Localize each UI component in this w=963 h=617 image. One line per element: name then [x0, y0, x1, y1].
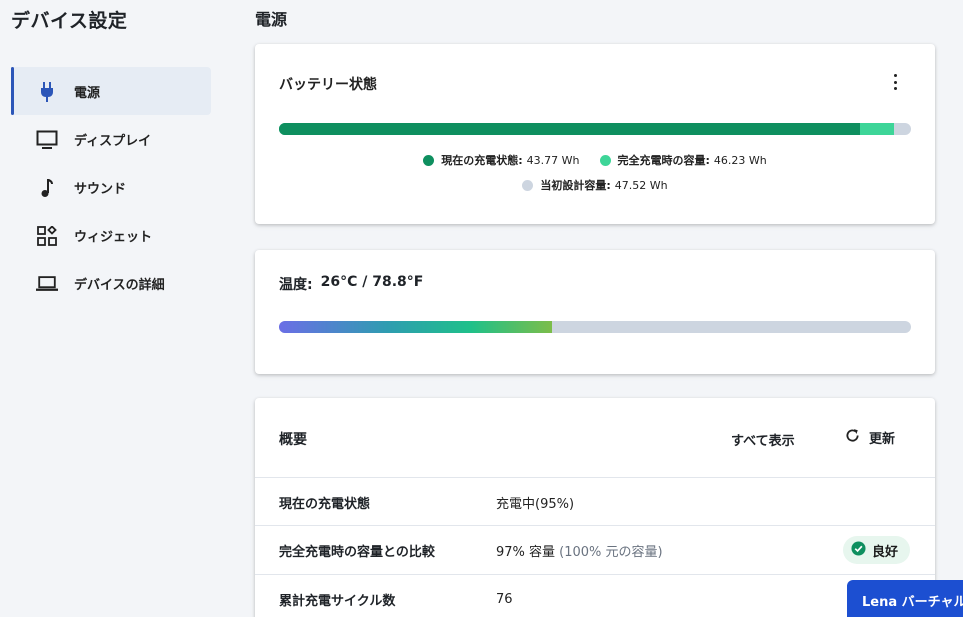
legend-full-charge-capacity: 完全充電時の容量: 46.23 Wh	[599, 152, 767, 168]
summary-header: 概要 すべて表示 更新	[255, 398, 935, 478]
virtual-assistant-button[interactable]: Lena バーチャル	[847, 580, 963, 617]
status-badge-label: 良好	[872, 544, 899, 560]
page-title: 電源	[255, 10, 288, 29]
row-label: 現在の充電状態	[279, 496, 371, 512]
legend-value: 46.23 Wh	[713, 154, 767, 167]
sidebar-item-sound[interactable]: サウンド	[11, 163, 211, 211]
summary-title: 概要	[279, 432, 307, 448]
row-label: 累計充電サイクル数	[279, 593, 396, 609]
legend-label: 現在の充電状態:	[441, 154, 523, 167]
legend-label: 当初設計容量:	[540, 179, 611, 192]
table-row: 累計充電サイクル数 76	[255, 574, 935, 617]
battery-legend-row-2: 当初設計容量: 47.52 Wh	[255, 177, 935, 193]
laptop-icon	[36, 273, 58, 295]
temperature-label: 温度:	[279, 277, 313, 293]
temperature-fill	[279, 321, 553, 333]
sidebar-item-widgets[interactable]: ウィジェット	[11, 211, 211, 259]
more-options-icon[interactable]	[889, 74, 901, 90]
row-value: 97% 容量 (100% 元の容量)	[496, 541, 663, 560]
row-value: 76	[496, 591, 513, 607]
widgets-icon	[36, 225, 58, 247]
check-circle-icon	[851, 540, 866, 560]
sidebar-item-label: サウンド	[74, 181, 127, 197]
battery-capacity-bar	[279, 123, 911, 135]
row-value-primary: 97% 容量	[496, 544, 556, 560]
table-row: 完全充電時の容量との比較 97% 容量 (100% 元の容量) 良好	[255, 525, 935, 574]
sidebar-item-device-details[interactable]: デバイスの詳細	[11, 259, 211, 307]
legend-current-charge: 現在の充電状態: 43.77 Wh	[423, 152, 580, 168]
battery-legend-row-1: 現在の充電状態: 43.77 Wh 完全充電時の容量: 46.23 Wh	[255, 152, 935, 168]
device-settings-app: デバイス設定 電源 ディスプレイ サウンド ウィジェット デバイスの詳細 電源 …	[0, 0, 963, 617]
temperature-bar	[279, 321, 911, 333]
legend-design-capacity: 当初設計容量: 47.52 Wh	[522, 177, 668, 193]
row-value-secondary: (100% 元の容量)	[559, 544, 663, 560]
row-value: 充電中(95%)	[496, 496, 575, 512]
sidebar-item-display[interactable]: ディスプレイ	[11, 115, 211, 163]
legend-label: 完全充電時の容量:	[617, 154, 710, 167]
current-charge-fill	[279, 123, 861, 135]
power-plug-icon	[36, 81, 58, 103]
refresh-button[interactable]: 更新	[845, 428, 895, 447]
sidebar: デバイス設定 電源 ディスプレイ サウンド ウィジェット デバイスの詳細	[0, 0, 240, 617]
refresh-icon	[845, 428, 860, 447]
sidebar-item-label: ウィジェット	[74, 229, 153, 245]
sidebar-item-label: デバイスの詳細	[74, 277, 165, 293]
battery-status-card: バッテリー状態 現在の充電状態: 43.77 Wh 完全充電時の容量: 46.23 …	[255, 44, 935, 224]
sidebar-nav: 電源 ディスプレイ サウンド ウィジェット デバイスの詳細	[11, 67, 211, 307]
music-note-icon	[36, 177, 58, 199]
table-row: 現在の充電状態 充電中(95%)	[255, 477, 935, 526]
app-title: デバイス設定	[11, 10, 128, 32]
temperature-title: 温度: 26°C / 78.8°F	[279, 274, 423, 294]
legend-dot-icon	[599, 154, 611, 166]
temperature-value: 26°C / 78.8°F	[320, 274, 424, 290]
refresh-label: 更新	[869, 432, 896, 447]
monitor-icon	[36, 129, 58, 151]
show-all-link[interactable]: すべて表示	[731, 430, 795, 449]
legend-value: 43.77 Wh	[526, 154, 580, 167]
sidebar-item-label: 電源	[74, 85, 101, 101]
legend-dot-icon	[522, 179, 534, 191]
status-badge: 良好	[843, 536, 911, 564]
row-label: 完全充電時の容量との比較	[279, 544, 435, 560]
temperature-card: 温度: 26°C / 78.8°F	[255, 250, 935, 374]
sidebar-item-power[interactable]: 電源	[11, 67, 211, 115]
legend-dot-icon	[423, 154, 435, 166]
sidebar-item-label: ディスプレイ	[74, 133, 152, 149]
summary-card: 概要 すべて表示 更新 現在の充電状態 充電中(95%) 完全充電時の容量との比…	[255, 398, 935, 617]
legend-value: 47.52 Wh	[614, 179, 668, 192]
battery-card-title: バッテリー状態	[279, 77, 377, 93]
